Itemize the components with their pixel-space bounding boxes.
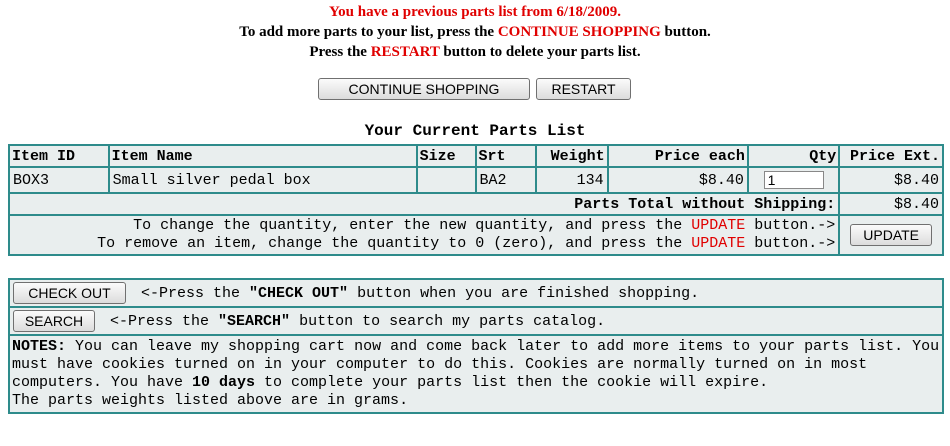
previous-list-date-line: You have a previous parts list from 6/18… [329, 4, 621, 20]
checkout-cell: CHECK OUT <-Press the "CHECK OUT" button… [10, 280, 942, 306]
continue-highlight: CONTINUE SHOPPING [497, 24, 661, 40]
search-row: SEARCH <-Press the "SEARCH" button to se… [10, 308, 942, 334]
remove-item-help-pre: To remove an item, change the quantity t… [97, 235, 692, 252]
update-button[interactable]: UPDATE [850, 224, 933, 246]
notes-text-part2: to complete your parts list then the coo… [255, 374, 769, 391]
restart-instruction-line: Press the RESTART button to delete your … [0, 42, 950, 62]
update-help-text: To change the quantity, enter the new qu… [10, 216, 839, 254]
quantity-input[interactable] [763, 170, 824, 189]
actions-table: CHECK OUT <-Press the "CHECK OUT" button… [8, 278, 944, 414]
previous-list-message: You have a previous parts list from 6/18… [0, 2, 950, 62]
continue-shopping-button[interactable]: CONTINUE SHOPPING [318, 78, 530, 100]
cell-item-name: Small silver pedal box [109, 168, 416, 192]
continue-instruction-post: button. [660, 24, 711, 40]
parts-list-table: Item ID Item Name Size Srt Weight Price … [8, 144, 944, 256]
checkout-help-quoted: "CHECK OUT" [249, 284, 349, 302]
update-highlight: UPDATE [691, 217, 746, 234]
table-row: BOX3 Small silver pedal box BA2 134 $8.4… [10, 168, 942, 192]
check-out-button[interactable]: CHECK OUT [13, 282, 126, 304]
checkout-help-pre: <-Press the [141, 284, 250, 302]
notes-row: NOTES: You can leave my shopping cart no… [10, 336, 942, 412]
restart-instruction-post: button to delete your parts list. [439, 44, 641, 60]
header-srt: Srt [476, 146, 536, 166]
search-cell: SEARCH <-Press the "SEARCH" button to se… [10, 308, 942, 334]
total-row: Parts Total without Shipping: $8.40 [10, 194, 942, 214]
change-quantity-help-pre: To change the quantity, enter the new qu… [133, 217, 692, 234]
notes-label: NOTES: [12, 338, 67, 355]
checkout-row: CHECK OUT <-Press the "CHECK OUT" button… [10, 280, 942, 306]
update-help-row: To change the quantity, enter the new qu… [10, 216, 942, 254]
cell-size [417, 168, 475, 192]
header-price-each: Price each [608, 146, 747, 166]
header-price-ext: Price Ext. [840, 146, 942, 166]
total-label: Parts Total without Shipping: [10, 194, 839, 214]
table-header-row: Item ID Item Name Size Srt Weight Price … [10, 146, 942, 166]
checkout-help: <-Press the "CHECK OUT" button when you … [141, 285, 699, 302]
restart-highlight: RESTART [370, 44, 440, 60]
update-cell: UPDATE [840, 216, 942, 254]
header-item-name: Item Name [109, 146, 416, 166]
total-value: $8.40 [840, 194, 942, 214]
cell-price-ext: $8.40 [840, 168, 942, 192]
search-help-pre: <-Press the [110, 312, 219, 330]
search-help-quoted: "SEARCH" [218, 312, 291, 330]
parts-list-title: Your Current Parts List [364, 122, 586, 140]
cell-qty [748, 168, 839, 192]
restart-button[interactable]: RESTART [536, 78, 631, 100]
header-size: Size [417, 146, 475, 166]
search-button[interactable]: SEARCH [13, 310, 95, 332]
update-highlight: UPDATE [691, 235, 746, 252]
continue-instruction-pre: To add more parts to your list, press th… [239, 24, 498, 40]
restart-instruction-pre: Press the [309, 44, 371, 60]
cell-weight: 134 [537, 168, 607, 192]
remove-item-help: To remove an item, change the quantity t… [13, 235, 835, 253]
cell-price-each: $8.40 [608, 168, 747, 192]
continue-instruction-line: To add more parts to your list, press th… [0, 22, 950, 42]
notes-cell: NOTES: You can leave my shopping cart no… [10, 336, 942, 412]
change-quantity-help-post: button.-> [745, 217, 836, 234]
search-help-post: button to search my parts catalog. [290, 312, 606, 330]
header-qty: Qty [748, 146, 839, 166]
search-help: <-Press the "SEARCH" button to search my… [110, 313, 605, 330]
cell-srt: BA2 [476, 168, 536, 192]
header-weight: Weight [537, 146, 607, 166]
notes-days: 10 days [192, 374, 256, 391]
cell-item-id: BOX3 [10, 168, 108, 192]
checkout-help-post: button when you are finished shopping. [348, 284, 700, 302]
notes-weights: The parts weights listed above are in gr… [12, 392, 409, 409]
remove-item-help-post: button.-> [745, 235, 836, 252]
header-item-id: Item ID [10, 146, 108, 166]
change-quantity-help: To change the quantity, enter the new qu… [13, 217, 835, 235]
